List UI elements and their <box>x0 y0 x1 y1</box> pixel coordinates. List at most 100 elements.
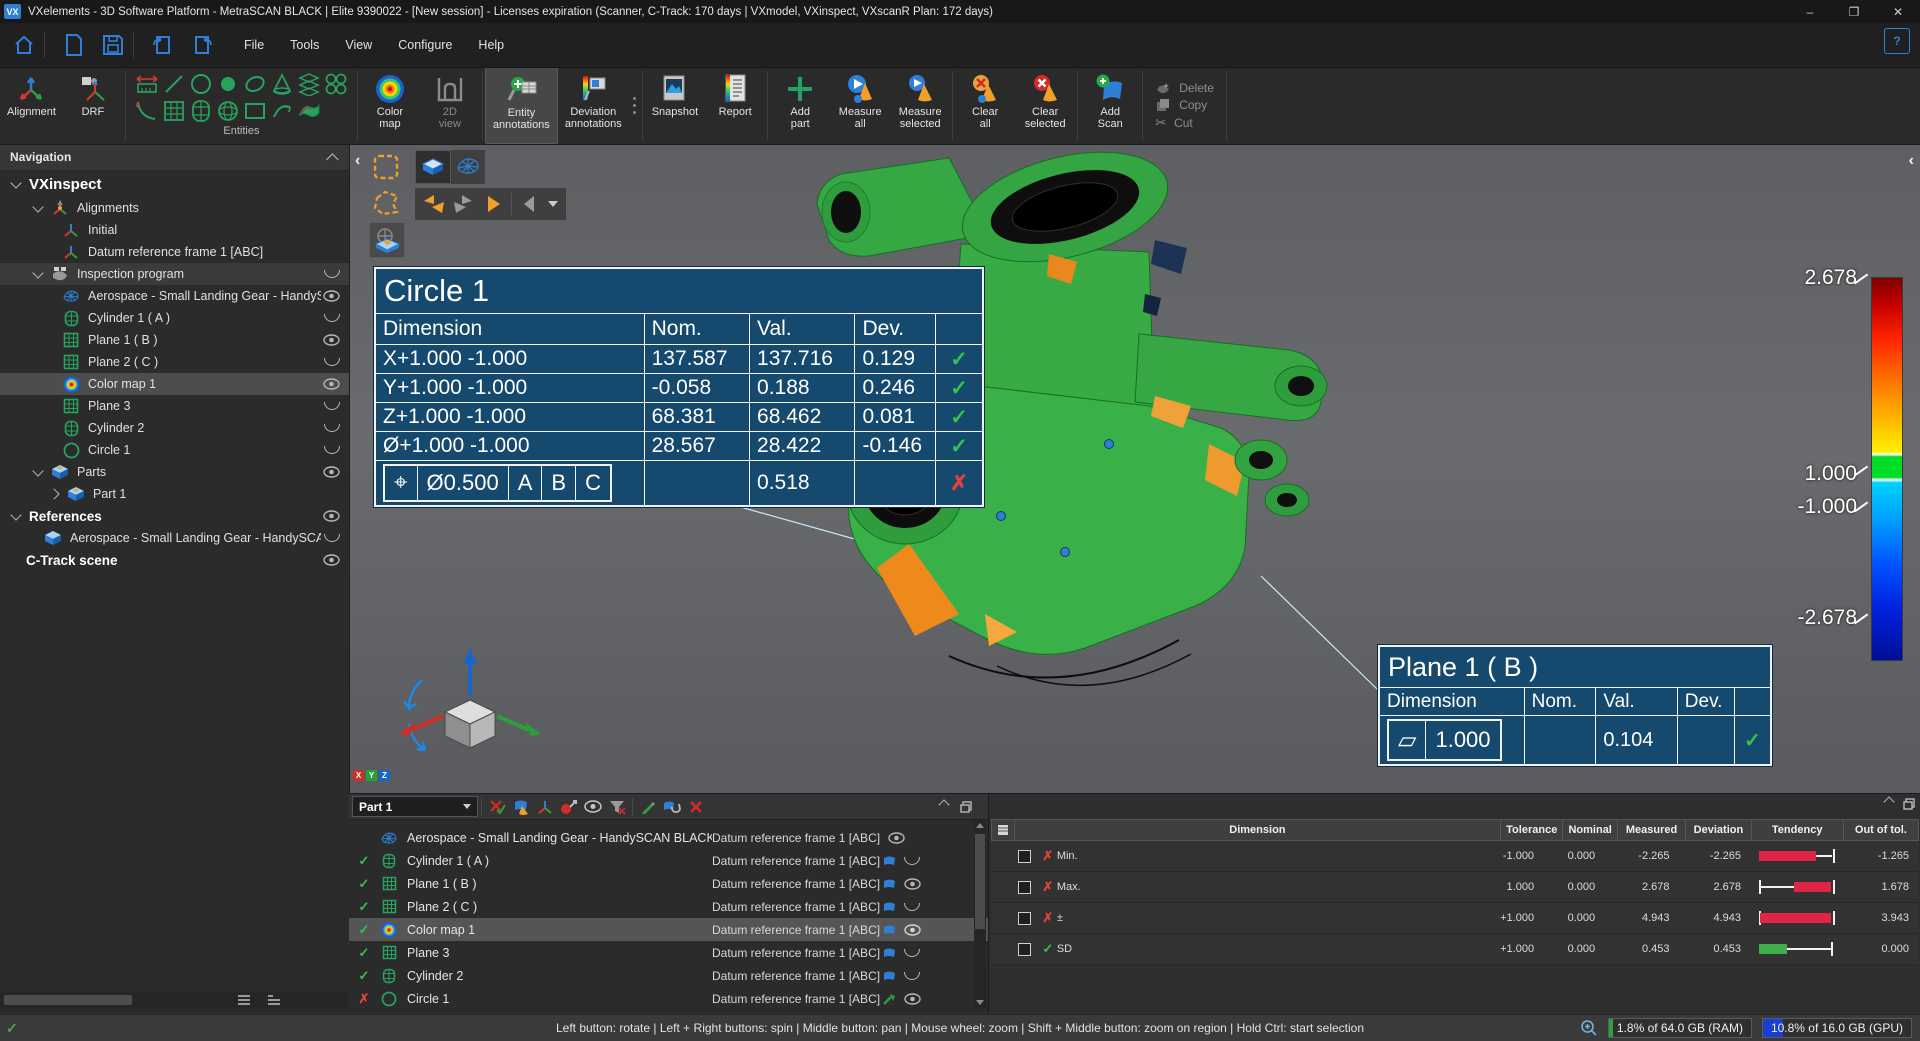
visibility-eye-icon[interactable] <box>323 378 340 390</box>
chevron-up-icon[interactable] <box>1883 796 1894 807</box>
new-session-icon[interactable] <box>59 30 89 60</box>
measure-entity-icon[interactable] <box>509 796 533 818</box>
part-view-button[interactable] <box>415 150 451 184</box>
home-icon[interactable] <box>9 30 39 60</box>
menu-help[interactable]: Help <box>465 32 517 58</box>
chevron-down-icon[interactable] <box>10 509 21 520</box>
chevron-down-icon[interactable] <box>32 201 43 212</box>
curve-entity-icon[interactable] <box>134 97 160 124</box>
alignment-button[interactable]: Alignment <box>0 67 63 144</box>
color-map-button[interactable]: Color map <box>360 67 420 144</box>
zoom-icon[interactable] <box>1580 1019 1598 1037</box>
undock-panel-icon[interactable] <box>960 801 972 813</box>
deviation-annotations-button[interactable]: Deviation annotations <box>558 67 629 144</box>
menu-configure[interactable]: Configure <box>385 32 465 58</box>
colormap-shape-icon[interactable] <box>882 969 898 982</box>
3d-viewport[interactable]: ‹ ‹ Circle 1 Dimension Nom. Val. Dev. X+… <box>349 144 1920 793</box>
probe-pick-icon[interactable] <box>882 992 898 1006</box>
colormap-shape-icon[interactable] <box>882 900 898 913</box>
visibility-hidden-icon[interactable] <box>324 402 340 410</box>
collapse-right-icon[interactable]: ‹ <box>1909 152 1914 170</box>
snapshot-button[interactable]: Snapshot <box>645 67 705 144</box>
row-checkbox[interactable] <box>1018 881 1031 894</box>
result-row-min[interactable]: ✗Min. -1.000 0.000 -2.265 -2.265 -1.265 <box>991 841 1919 872</box>
visibility-eye-icon[interactable] <box>323 554 340 566</box>
sequence-row-plane-2[interactable]: ✓ Plane 2 ( C )Datum reference frame 1 [… <box>349 895 988 918</box>
visibility-eye-icon[interactable] <box>904 924 921 936</box>
scrollbar-thumb[interactable] <box>975 834 985 929</box>
step-back-button[interactable] <box>514 190 544 218</box>
nav-item-plane-2[interactable]: Plane 2 ( C ) <box>0 351 349 373</box>
measure-all-button[interactable]: Measure all <box>830 67 890 144</box>
cylinder-entity-icon[interactable] <box>188 97 214 124</box>
sequence-row-circle-1[interactable]: ✗ Circle 1Datum reference frame 1 [ABC] <box>349 987 988 1010</box>
minimize-button[interactable]: – <box>1788 0 1832 23</box>
result-row-max[interactable]: ✗Max. 1.000 0.000 2.678 2.678 1.678 <box>991 872 1919 903</box>
cut-button[interactable]: ✂Cut <box>1155 115 1214 131</box>
collapse-panel-icon[interactable] <box>326 153 339 166</box>
rectangle-selection-button[interactable] <box>369 150 403 184</box>
save-icon[interactable] <box>98 30 128 60</box>
2d-view-button[interactable]: 2D view <box>420 67 480 144</box>
nav-item-plane-1[interactable]: Plane 1 ( B ) <box>0 329 349 351</box>
result-row-sd[interactable]: ✓SD +1.000 0.000 0.453 0.453 0.000 <box>991 934 1919 965</box>
ellipse-entity-icon[interactable] <box>242 70 268 97</box>
maximize-button[interactable]: ❐ <box>1832 0 1876 23</box>
alignment-triad-icon[interactable] <box>533 796 557 818</box>
attach-entities-icon[interactable] <box>660 796 684 818</box>
point-entity-icon[interactable] <box>215 70 241 97</box>
nav-item-reference-mesh[interactable]: Aerospace - Small Landing Gear - HandySC… <box>0 285 349 307</box>
visibility-hidden-icon[interactable] <box>324 314 340 322</box>
previous-annotations-button[interactable] <box>419 190 449 218</box>
part-selector[interactable]: Part 1 <box>352 796 478 817</box>
edit-pencil-icon[interactable] <box>636 796 660 818</box>
chevron-down-icon[interactable] <box>32 267 43 278</box>
sequence-row-plane-1[interactable]: ✓ Plane 1 ( B )Datum reference frame 1 [… <box>349 872 988 895</box>
chevron-down-icon[interactable] <box>548 201 558 207</box>
surface-selection-button[interactable] <box>369 222 405 258</box>
nav-item-vxinspect[interactable]: VXinspect <box>0 171 349 197</box>
export-session-icon[interactable] <box>187 30 217 60</box>
distance-entity-icon[interactable] <box>134 70 160 97</box>
visibility-hidden-icon[interactable] <box>904 949 920 957</box>
report-button[interactable]: Report <box>705 67 765 144</box>
visibility-eye-icon[interactable] <box>323 334 340 346</box>
nav-item-cylinder-2[interactable]: Cylinder 2 <box>0 417 349 439</box>
scroll-up-icon[interactable] <box>976 823 984 828</box>
arc-entity-icon[interactable] <box>269 97 295 124</box>
help-icon[interactable]: ? <box>1884 28 1910 54</box>
visibility-hidden-icon[interactable] <box>324 446 340 454</box>
visibility-hidden-icon[interactable] <box>324 424 340 432</box>
x-axis-chip[interactable]: X <box>353 770 364 781</box>
plane-entity-icon[interactable] <box>161 97 187 124</box>
add-part-button[interactable]: Add part <box>770 67 830 144</box>
play-annotations-button[interactable] <box>479 190 509 218</box>
copy-button[interactable]: Copy <box>1155 98 1214 112</box>
entity-annotations-button[interactable]: Entity annotations <box>485 67 558 144</box>
visibility-hidden-icon[interactable] <box>324 270 340 278</box>
clear-selected-button[interactable]: Clear selected <box>1015 67 1075 144</box>
nav-item-initial[interactable]: Initial <box>0 219 349 241</box>
y-axis-chip[interactable]: Y <box>366 770 377 781</box>
undock-panel-icon[interactable] <box>1903 798 1915 810</box>
sequence-row-color-map-1[interactable]: ✓ Color map 1Datum reference frame 1 [AB… <box>349 918 988 941</box>
colormap-shape-icon[interactable] <box>882 946 898 959</box>
nav-item-alignments[interactable]: Alignments <box>0 197 349 219</box>
row-checkbox[interactable] <box>1018 912 1031 925</box>
nav-item-datum-reference-frame[interactable]: Datum reference frame 1 [ABC] <box>0 241 349 263</box>
visibility-eye-icon[interactable] <box>888 832 905 844</box>
horizontal-scrollbar[interactable] <box>0 992 348 1008</box>
import-session-icon[interactable] <box>148 30 178 60</box>
nav-item-reference-aerospace[interactable]: Aerospace - Small Landing Gear - HandySC… <box>0 527 349 549</box>
visibility-eye-icon[interactable] <box>323 510 340 522</box>
list-view-icon[interactable] <box>238 995 250 1005</box>
freeform-selection-button[interactable] <box>369 186 403 220</box>
sequence-row-cylinder-1[interactable]: ✓ Cylinder 1 ( A )Datum reference frame … <box>349 849 988 872</box>
visibility-hidden-icon[interactable] <box>904 857 920 865</box>
delete-button[interactable]: Delete <box>1155 81 1214 95</box>
z-axis-chip[interactable]: Z <box>379 770 390 781</box>
next-annotations-button[interactable] <box>449 190 479 218</box>
close-button[interactable]: ✕ <box>1876 0 1920 23</box>
nav-item-circle-1[interactable]: Circle 1 <box>0 439 349 461</box>
menu-view[interactable]: View <box>332 32 385 58</box>
